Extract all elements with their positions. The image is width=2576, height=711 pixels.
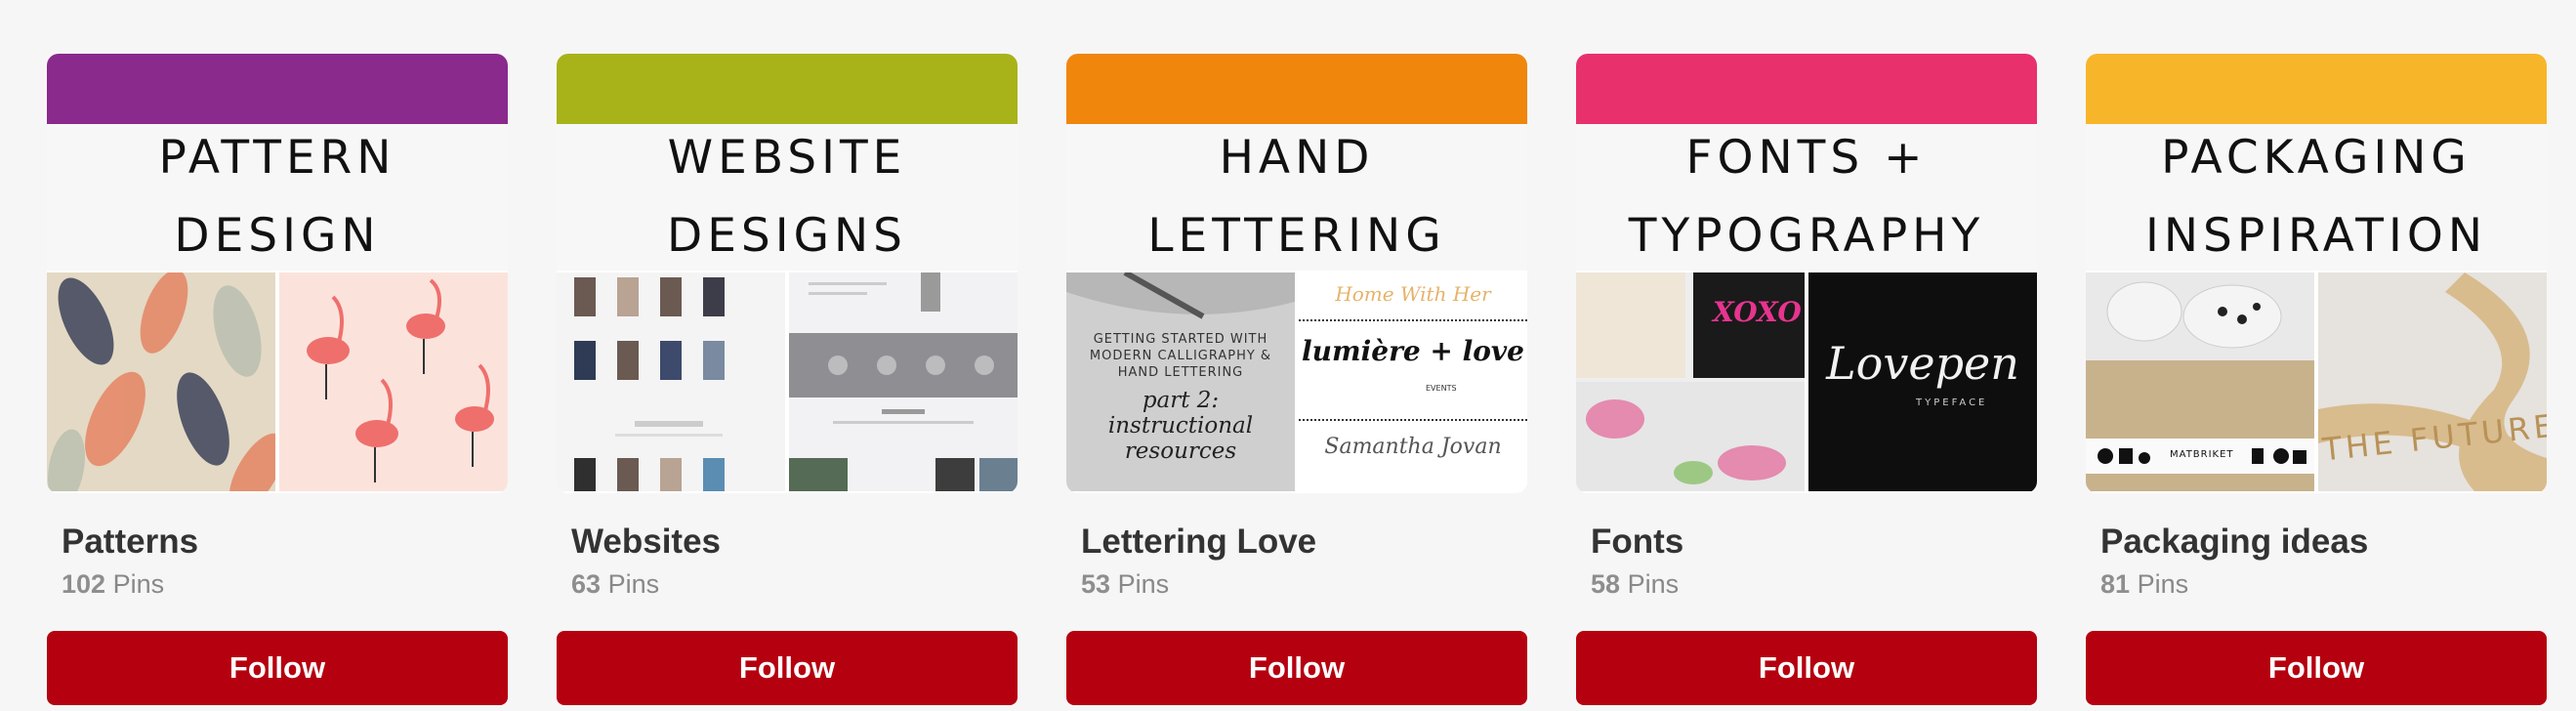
- cover-color-band: [47, 54, 508, 124]
- leaf-pattern-image: [47, 272, 275, 491]
- board-name[interactable]: Lettering Love: [1081, 523, 1527, 562]
- cover-title-line: HAND: [1219, 131, 1375, 185]
- packaging-tape-image: MATBRIKET: [2086, 272, 2314, 491]
- lovepen-typeface-image: Lovepen TYPEFACE: [1808, 272, 2037, 491]
- web-layout-screenshot: [789, 272, 1018, 491]
- cover-thumbnails: [47, 271, 508, 491]
- pins-label: Pins: [2137, 569, 2189, 599]
- lettering-sample-bottom: Samantha Jovan: [1324, 435, 1502, 459]
- dotted-divider: [1299, 419, 1527, 423]
- pin-count: 58 Pins: [1591, 569, 2037, 600]
- pin-count: 53 Pins: [1081, 569, 1527, 600]
- cover-title: PATTERN DESIGN: [47, 124, 508, 271]
- pin-count: 63 Pins: [571, 569, 1018, 600]
- xoxo-text: XOXO: [1713, 296, 1802, 328]
- pins-label: Pins: [1117, 569, 1170, 599]
- cover-title-line: LETTERING: [1147, 209, 1446, 263]
- pins-label: Pins: [607, 569, 660, 599]
- board-name[interactable]: Patterns: [62, 523, 508, 562]
- cover-title: PACKAGING INSPIRATION: [2086, 124, 2547, 271]
- board-name[interactable]: Packaging ideas: [2100, 523, 2547, 562]
- board-cover-websites[interactable]: WEBSITE DESIGNS: [557, 54, 1018, 493]
- board-name[interactable]: Websites: [571, 523, 1018, 562]
- board-name[interactable]: Fonts: [1591, 523, 2037, 562]
- pins-label: Pins: [112, 569, 165, 599]
- cover-thumbnails: [557, 271, 1018, 491]
- lettering-sample-sub: EVENTS: [1426, 384, 1457, 393]
- typography-collage-image: XOXO: [1576, 272, 1805, 491]
- board-card-patterns: PATTERN DESIGN Patterns 102 Pins Follow: [47, 54, 508, 705]
- cover-title-line: FONTS +: [1685, 131, 1928, 185]
- board-cover-packaging-ideas[interactable]: PACKAGING INSPIRATION MATBRIKET THE FUTU…: [2086, 54, 2547, 493]
- cover-title-line: DESIGNS: [667, 209, 907, 263]
- pin-count-number: 81: [2100, 569, 2131, 599]
- board-cover-lettering-love[interactable]: HAND LETTERING GETTING STARTED WITH MODE…: [1066, 54, 1527, 493]
- pin-count-number: 102: [62, 569, 106, 599]
- board-cover-fonts[interactable]: FONTS + TYPOGRAPHY XOXO Lovepen TYPEFACE: [1576, 54, 2037, 493]
- cover-title-line: TYPOGRAPHY: [1628, 209, 1985, 263]
- packaging-ribbon-image: THE FUTURE: [2318, 272, 2547, 491]
- pin-count-number: 63: [571, 569, 602, 599]
- board-card-packaging-ideas: PACKAGING INSPIRATION MATBRIKET THE FUTU…: [2086, 54, 2547, 705]
- flamingo-pattern-image: [279, 272, 508, 491]
- cover-title: FONTS + TYPOGRAPHY: [1576, 124, 2037, 271]
- pin-count-number: 53: [1081, 569, 1111, 599]
- follow-button[interactable]: Follow: [1576, 631, 2037, 705]
- follow-button[interactable]: Follow: [1066, 631, 1527, 705]
- cover-thumbnails: MATBRIKET THE FUTURE: [2086, 271, 2547, 491]
- dotted-divider: [1299, 319, 1527, 323]
- cover-color-band: [2086, 54, 2547, 124]
- tape-text: MATBRIKET: [2170, 449, 2234, 460]
- cover-thumbnails: XOXO Lovepen TYPEFACE: [1576, 271, 2037, 491]
- cover-thumbnails: GETTING STARTED WITH MODERN CALLIGRAPHY …: [1066, 271, 1527, 491]
- pin-count-number: 58: [1591, 569, 1621, 599]
- calligraphy-caption: GETTING STARTED WITH MODERN CALLIGRAPHY …: [1089, 332, 1272, 380]
- lovepen-script: Lovepen: [1826, 337, 2019, 390]
- cover-title-line: PACKAGING: [2161, 131, 2472, 185]
- lettering-sample-top: Home With Her: [1335, 282, 1491, 306]
- cover-title-line: DESIGN: [174, 209, 381, 263]
- lettering-sample-mid: lumière + love: [1302, 335, 1524, 367]
- cover-title: WEBSITE DESIGNS: [557, 124, 1018, 271]
- cover-color-band: [1576, 54, 2037, 124]
- pin-count: 102 Pins: [62, 569, 508, 600]
- board-card-fonts: FONTS + TYPOGRAPHY XOXO Lovepen TYPEFACE…: [1576, 54, 2037, 705]
- board-card-lettering-love: HAND LETTERING GETTING STARTED WITH MODE…: [1066, 54, 1527, 705]
- board-row: PATTERN DESIGN Patterns 102 Pins Follow …: [47, 54, 2547, 705]
- follow-button[interactable]: Follow: [47, 631, 508, 705]
- follow-button[interactable]: Follow: [557, 631, 1018, 705]
- lovepen-subtitle: TYPEFACE: [1916, 397, 1988, 408]
- calligraphy-script: part 2: instructional resources: [1107, 388, 1254, 464]
- cover-title-line: PATTERN: [158, 131, 396, 185]
- pin-count: 81 Pins: [2100, 569, 2547, 600]
- calligraphy-guide-image: GETTING STARTED WITH MODERN CALLIGRAPHY …: [1066, 272, 1295, 491]
- board-cover-patterns[interactable]: PATTERN DESIGN: [47, 54, 508, 493]
- cover-color-band: [1066, 54, 1527, 124]
- board-card-websites: WEBSITE DESIGNS Websites 63 Pins Follow: [557, 54, 1018, 705]
- fashion-website-screenshot: [557, 272, 785, 491]
- lettering-samples-image: Home With Her lumière + love EVENTS Sama…: [1299, 272, 1527, 491]
- cover-color-band: [557, 54, 1018, 124]
- pins-label: Pins: [1627, 569, 1680, 599]
- cover-title-line: WEBSITE: [667, 131, 907, 185]
- cover-title-line: INSPIRATION: [2144, 209, 2488, 263]
- cover-title: HAND LETTERING: [1066, 124, 1527, 271]
- follow-button[interactable]: Follow: [2086, 631, 2547, 705]
